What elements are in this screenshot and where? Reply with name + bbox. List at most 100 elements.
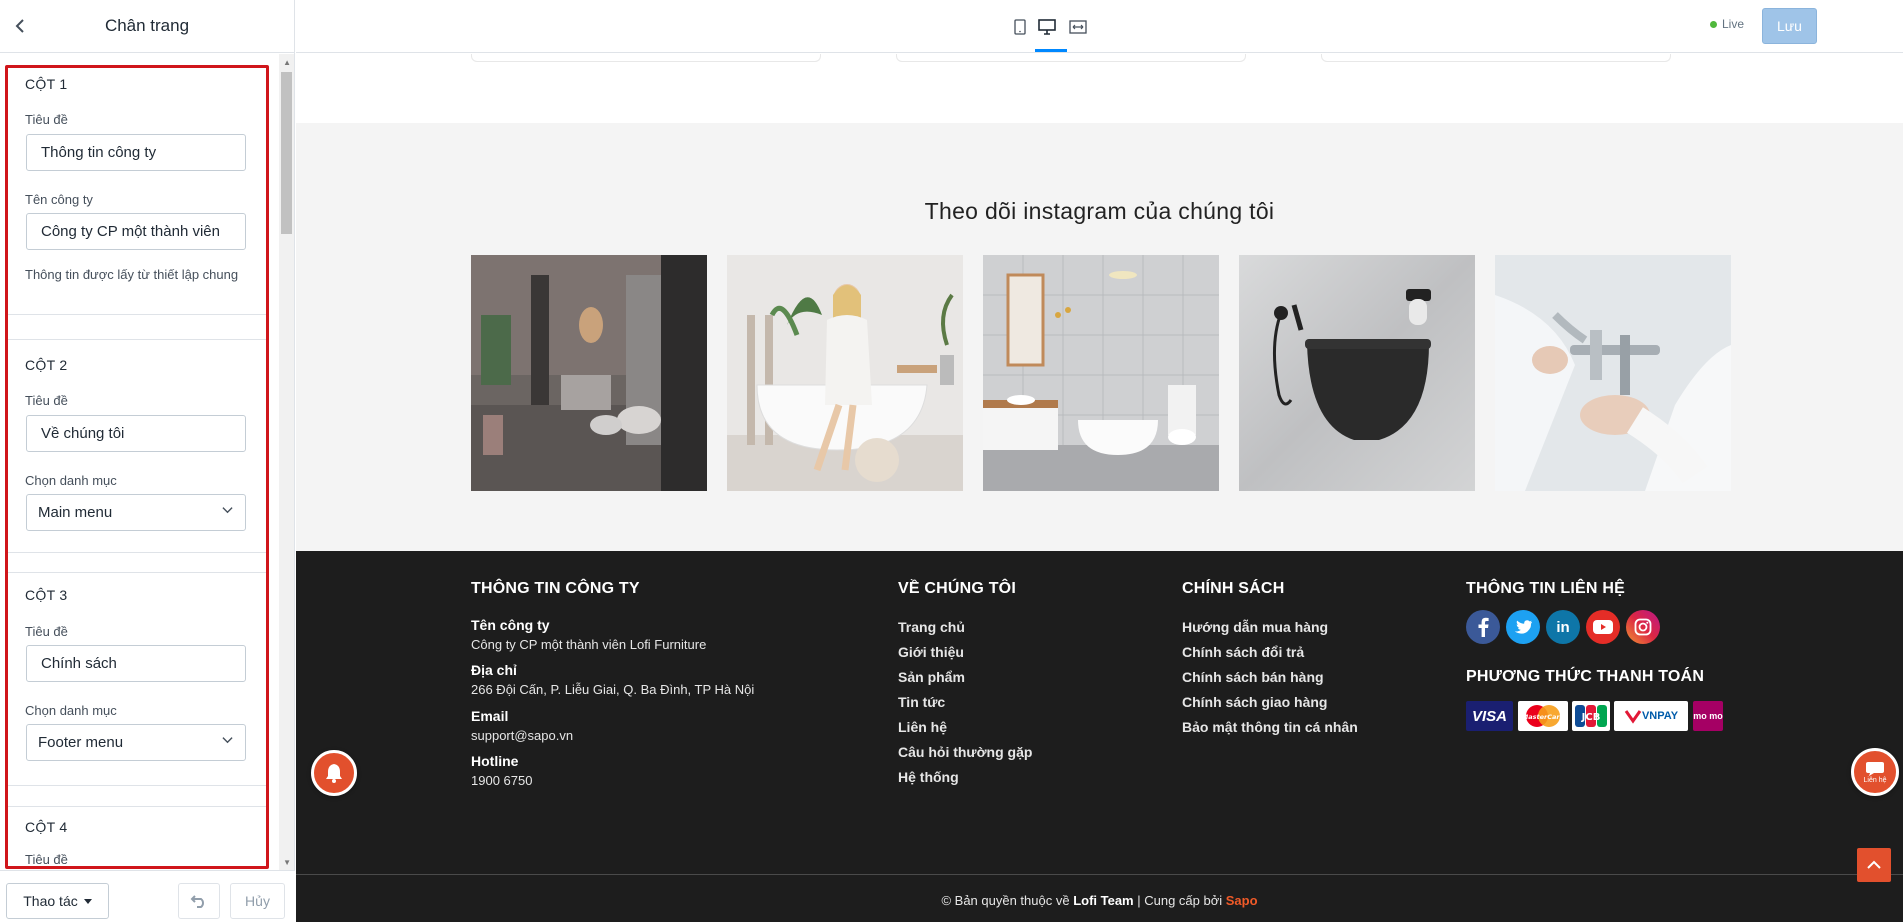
- instagram-section: Theo dõi instagram của chúng tôi: [296, 123, 1903, 552]
- column-2-title-label: Tiêu đề: [25, 393, 68, 408]
- column-2-menu-label: Chọn danh mục: [25, 473, 117, 488]
- theme-editor: Chân trang CỘT 1 Tiêu đề Thông tin công …: [0, 0, 1903, 922]
- fullwidth-view-icon[interactable]: [1067, 16, 1089, 38]
- sidebar-title: Chân trang: [104, 16, 190, 35]
- column-2-title-input[interactable]: Về chúng tôi: [26, 415, 246, 452]
- footer-link[interactable]: Chính sách bán hàng: [1182, 669, 1324, 685]
- scroll-up-icon[interactable]: ▲: [283, 58, 291, 67]
- column-2-menu-value: Main menu: [38, 504, 113, 521]
- instagram-photo-1[interactable]: [471, 255, 707, 491]
- instagram-photo-3[interactable]: [983, 255, 1219, 491]
- footer-email-value[interactable]: support@sapo.vn: [471, 728, 573, 743]
- column-1-title-input[interactable]: Thông tin công ty: [26, 134, 246, 171]
- column-3-title-input[interactable]: Chính sách: [26, 645, 246, 682]
- copyright-owner[interactable]: Lofi Team: [1073, 893, 1133, 908]
- instagram-photo-5[interactable]: [1495, 255, 1731, 491]
- chevron-down-icon: [222, 507, 233, 514]
- sidebar-scrollbar-thumb[interactable]: [281, 72, 292, 234]
- youtube-icon[interactable]: [1586, 610, 1620, 644]
- footer-hotline-label: Hotline: [471, 753, 519, 769]
- product-card-stub: [896, 54, 1246, 62]
- column-2-heading: CỘT 2: [25, 357, 68, 373]
- column-3-title-label: Tiêu đề: [25, 624, 68, 639]
- instagram-title: Theo dõi instagram của chúng tôi: [924, 198, 1275, 224]
- product-card-stub: [471, 54, 821, 62]
- scroll-down-icon[interactable]: ▼: [283, 858, 291, 867]
- footer-link[interactable]: Giới thiệu: [898, 644, 964, 660]
- undo-button[interactable]: [178, 883, 220, 919]
- instagram-icon[interactable]: [1626, 610, 1660, 644]
- storefront-preview: Theo dõi instagram của chúng tôi THÔNG T…: [296, 54, 1903, 922]
- column-3-menu-select[interactable]: Footer menu: [26, 724, 246, 761]
- column-1-title-label: Tiêu đề: [25, 112, 68, 127]
- jcb-icon: JCB: [1572, 701, 1610, 731]
- mastercard-label: MasterCard: [1522, 713, 1565, 721]
- column-3-heading: CỘT 3: [25, 587, 68, 603]
- notification-bell-button[interactable]: [311, 750, 357, 796]
- footer-company-heading: THÔNG TIN CÔNG TY: [471, 580, 640, 597]
- editor-topbar: Live Lưu: [296, 0, 1903, 53]
- mobile-view-icon[interactable]: [1009, 16, 1031, 38]
- company-name-label: Tên công ty: [25, 192, 93, 207]
- footer-link[interactable]: Tin tức: [898, 694, 945, 710]
- footer-link[interactable]: Bảo mật thông tin cá nhân: [1182, 719, 1358, 735]
- instagram-photo-4[interactable]: [1239, 255, 1475, 491]
- desktop-view-icon[interactable]: [1036, 16, 1058, 38]
- back-arrow-icon[interactable]: [8, 14, 32, 38]
- back-to-top-button[interactable]: [1857, 848, 1891, 882]
- action-label: Thao tác: [23, 893, 78, 909]
- momo-icon: mo mo: [1693, 701, 1723, 731]
- sidebar-scroll-area[interactable]: CỘT 1 Tiêu đề Thông tin công ty Tên công…: [0, 54, 295, 870]
- column-3-menu-label: Chọn danh mục: [25, 703, 117, 718]
- contact-chat-button[interactable]: Liên hệ: [1851, 748, 1899, 796]
- company-name-input[interactable]: Công ty CP một thành viên: [26, 213, 246, 250]
- copyright-prefix: © Bản quyền thuộc về: [941, 893, 1074, 908]
- vnpay-icon: VNPAY: [1614, 701, 1688, 731]
- column-4-title-label: Tiêu đề: [25, 852, 68, 867]
- footer-contact-heading: THÔNG TIN LIÊN HỆ: [1466, 580, 1625, 597]
- column-1-note: Thông tin được lấy từ thiết lập chung: [25, 267, 239, 282]
- footer-link[interactable]: Sản phẩm: [898, 669, 965, 685]
- footer-link[interactable]: Liên hệ: [898, 719, 947, 735]
- sidebar-footer: Thao tác Hủy: [0, 870, 295, 922]
- copyright-bar: © Bản quyền thuộc về Lofi Team | Cung cấ…: [296, 874, 1903, 922]
- caret-down-icon: [83, 898, 92, 904]
- footer-link[interactable]: Hướng dẫn mua hàng: [1182, 619, 1328, 635]
- footer-company-label: Tên công ty: [471, 617, 550, 633]
- live-dot-icon: [1710, 20, 1717, 28]
- live-label: Live: [1722, 17, 1745, 31]
- visa-icon: VISA: [1466, 701, 1513, 731]
- linkedin-icon[interactable]: in: [1546, 610, 1580, 644]
- footer-link[interactable]: Hệ thống: [898, 769, 959, 785]
- footer-link[interactable]: Trang chủ: [898, 619, 965, 635]
- jcb-label: JCB: [1581, 712, 1601, 723]
- chevron-up-icon: [1867, 860, 1881, 869]
- facebook-icon[interactable]: [1466, 610, 1500, 644]
- footer-link[interactable]: Câu hỏi thường gặp: [898, 744, 1032, 760]
- action-dropdown-button[interactable]: Thao tác: [6, 883, 109, 919]
- footer-link[interactable]: Chính sách đổi trả: [1182, 644, 1304, 660]
- settings-sidebar: Chân trang CỘT 1 Tiêu đề Thông tin công …: [0, 0, 295, 922]
- chat-label: Liên hệ: [1863, 776, 1887, 784]
- footer-hotline-value[interactable]: 1900 6750: [471, 773, 532, 788]
- mastercard-icon: MasterCard: [1518, 701, 1568, 731]
- footer-payment-heading: PHƯƠNG THỨC THANH TOÁN: [1466, 668, 1705, 685]
- copyright-provider[interactable]: Sapo: [1226, 893, 1258, 908]
- footer-address-label: Địa chỉ: [471, 662, 517, 678]
- cancel-button[interactable]: Hủy: [230, 883, 285, 919]
- active-view-indicator: [1035, 49, 1067, 52]
- twitter-icon[interactable]: [1506, 610, 1540, 644]
- sidebar-scrollbar[interactable]: [279, 54, 294, 870]
- column-2-menu-select[interactable]: Main menu: [26, 494, 246, 531]
- save-button[interactable]: Lưu: [1762, 8, 1817, 44]
- chevron-down-icon: [222, 737, 233, 744]
- column-4-section: CỘT 4 Tiêu đề: [8, 806, 266, 870]
- footer-email-label: Email: [471, 708, 509, 724]
- bell-icon: [326, 764, 342, 783]
- column-3-section: CỘT 3 Tiêu đề Chính sách Chọn danh mục F…: [8, 572, 266, 786]
- footer-link[interactable]: Chính sách giao hàng: [1182, 694, 1327, 710]
- footer-about-heading: VỀ CHÚNG TÔI: [898, 580, 1016, 597]
- column-2-section: CỘT 2 Tiêu đề Về chúng tôi Chọn danh mục…: [8, 339, 266, 553]
- instagram-photo-2[interactable]: [727, 255, 963, 491]
- column-1-heading: CỘT 1: [25, 76, 68, 92]
